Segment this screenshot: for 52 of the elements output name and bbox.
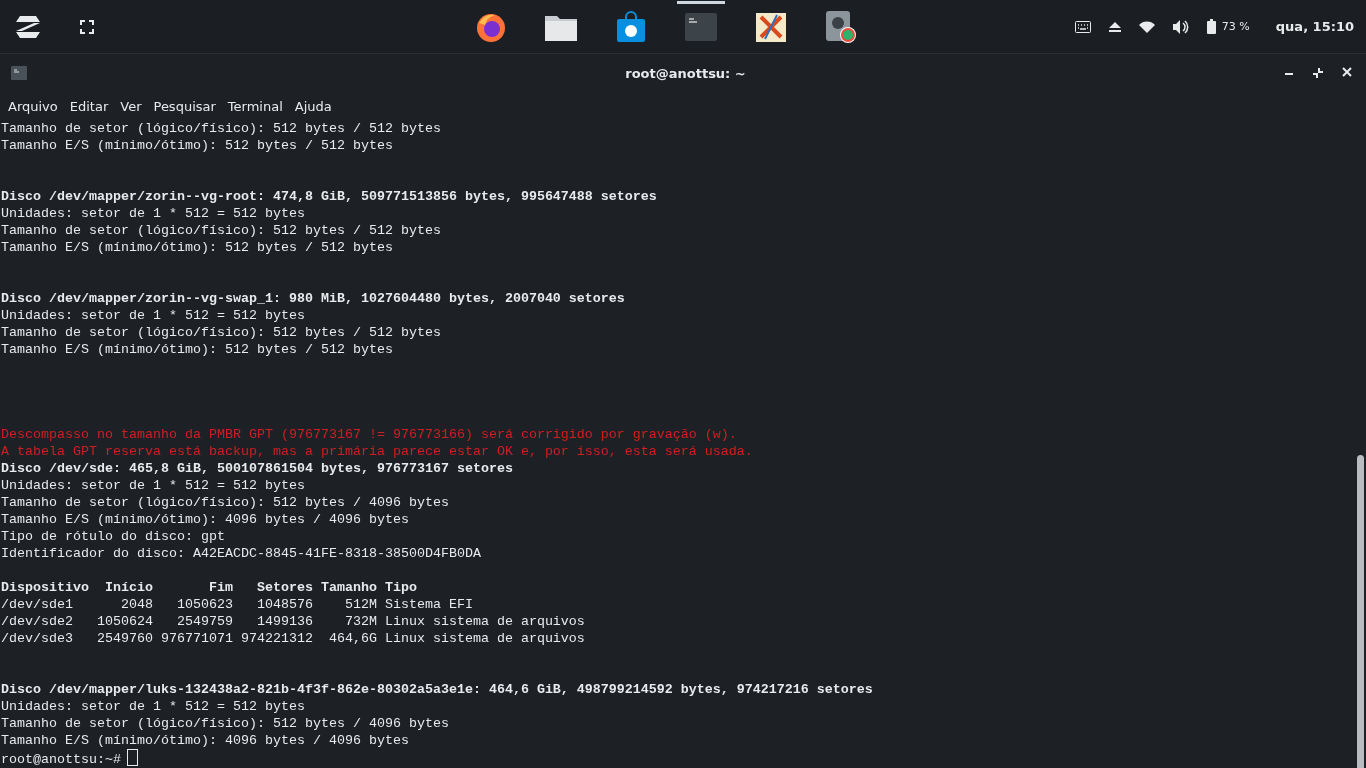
text-editor-icon bbox=[755, 10, 787, 43]
scrollbar-thumb[interactable] bbox=[1357, 455, 1364, 768]
zorin-logo-icon[interactable] bbox=[14, 14, 42, 39]
clock[interactable]: qua, 15:10 bbox=[1275, 19, 1354, 34]
menu-item[interactable]: Pesquisar bbox=[147, 98, 222, 114]
battery-icon[interactable] bbox=[1206, 19, 1216, 34]
wifi-icon[interactable] bbox=[1138, 20, 1155, 33]
output-line: Tamanho de setor (lógico/físico): 512 bytes / 512 bytes bbox=[1, 222, 441, 239]
window-title: root@anottsu: ~ bbox=[624, 65, 747, 81]
terminal-icon bbox=[685, 12, 717, 41]
menu-item[interactable]: Ver bbox=[114, 98, 148, 114]
output-line: Disco /dev/mapper/zorin--vg-root: 474,8 GiB, 509771513856 bytes, 995647488 setores bbox=[1, 188, 657, 205]
output-line: Tamanho E/S (mínimo/ótimo): 4096 bytes / 4096 bytes bbox=[1, 732, 409, 749]
battery-percentage: 73 % bbox=[1221, 20, 1250, 33]
menu-item[interactable]: Arquivo bbox=[2, 98, 64, 114]
terminal-icon bbox=[11, 66, 27, 80]
output-line: /dev/sde3 2549760 976771071 974221312 464,6G Linux sistema de arquivos bbox=[1, 630, 585, 647]
volume-icon[interactable] bbox=[1172, 19, 1189, 34]
output-line: Tamanho de setor (lógico/físico): 512 bytes / 512 bytes bbox=[1, 120, 441, 137]
menu-item[interactable]: Terminal bbox=[221, 98, 289, 114]
output-line: Tamanho de setor (lógico/físico): 512 bytes / 512 bytes bbox=[1, 324, 441, 341]
disk-icon bbox=[825, 9, 857, 44]
output-line: Disco /dev/mapper/zorin--vg-swap_1: 980 MiB, 1027604480 bytes, 2007040 setores bbox=[1, 290, 625, 307]
output-line: Tamanho E/S (mínimo/ótimo): 512 bytes / 512 bytes bbox=[1, 341, 393, 358]
output-line: /dev/sde1 2048 1050623 1048576 512M Sistema EFI bbox=[1, 596, 473, 613]
text-cursor bbox=[127, 749, 138, 766]
keyboard-icon[interactable] bbox=[1074, 20, 1091, 33]
output-line: Unidades: setor de 1 * 512 = 512 bytes bbox=[1, 698, 305, 715]
menu-item[interactable]: Editar bbox=[63, 98, 115, 114]
restore-icon[interactable] bbox=[1312, 67, 1324, 79]
output-line: /dev/sde2 1050624 2549759 1499136 732M Linux sistema de arquivos bbox=[1, 613, 585, 630]
output-line: Unidades: setor de 1 * 512 = 512 bytes bbox=[1, 307, 305, 324]
output-line: Tipo de rótulo do disco: gpt bbox=[1, 528, 225, 545]
error-line: A tabela GPT reserva está backup, mas a primária parece estar OK e, por isso, esta será usada. bbox=[1, 443, 753, 460]
output-line: Tamanho de setor (lógico/físico): 512 bytes / 4096 bytes bbox=[1, 715, 449, 732]
error-line: Descompasso no tamanho da PMBR GPT (976773167 != 976773166) será corrigido por gravação (w). bbox=[1, 426, 737, 443]
eject-icon[interactable] bbox=[1108, 21, 1121, 32]
shopping-bag-icon bbox=[615, 10, 647, 43]
output-line: Dispositivo Início Fim Setores Tamanho Tipo bbox=[1, 579, 417, 596]
output-line: Tamanho E/S (mínimo/ótimo): 512 bytes / 512 bytes bbox=[1, 239, 393, 256]
menu-item[interactable]: Ajuda bbox=[288, 98, 338, 114]
shell-prompt: root@anottsu:~# bbox=[1, 752, 121, 767]
fullscreen-icon[interactable] bbox=[80, 19, 94, 34]
output-line: Tamanho E/S (mínimo/ótimo): 4096 bytes / 4096 bytes bbox=[1, 511, 409, 528]
output-line: Tamanho E/S (mínimo/ótimo): 512 bytes / 512 bytes bbox=[1, 137, 393, 154]
output-line: Disco /dev/mapper/luks-132438a2-821b-4f3f-862e-80302a5a3e1e: 464,6 GiB, 498799214592 bytes, 974217216 setores bbox=[1, 681, 873, 698]
output-line: Disco /dev/sde: 465,8 GiB, 500107861504 bytes, 976773167 setores bbox=[1, 460, 513, 477]
output-line: Unidades: setor de 1 * 512 = 512 bytes bbox=[1, 205, 305, 222]
output-line: Tamanho de setor (lógico/físico): 512 bytes / 4096 bytes bbox=[1, 494, 449, 511]
close-icon[interactable] bbox=[1342, 67, 1352, 77]
output-line: Unidades: setor de 1 * 512 = 512 bytes bbox=[1, 477, 305, 494]
output-line: Identificador do disco: A42EACDC-8845-41FE-8318-38500D4FB0DA bbox=[1, 545, 481, 562]
